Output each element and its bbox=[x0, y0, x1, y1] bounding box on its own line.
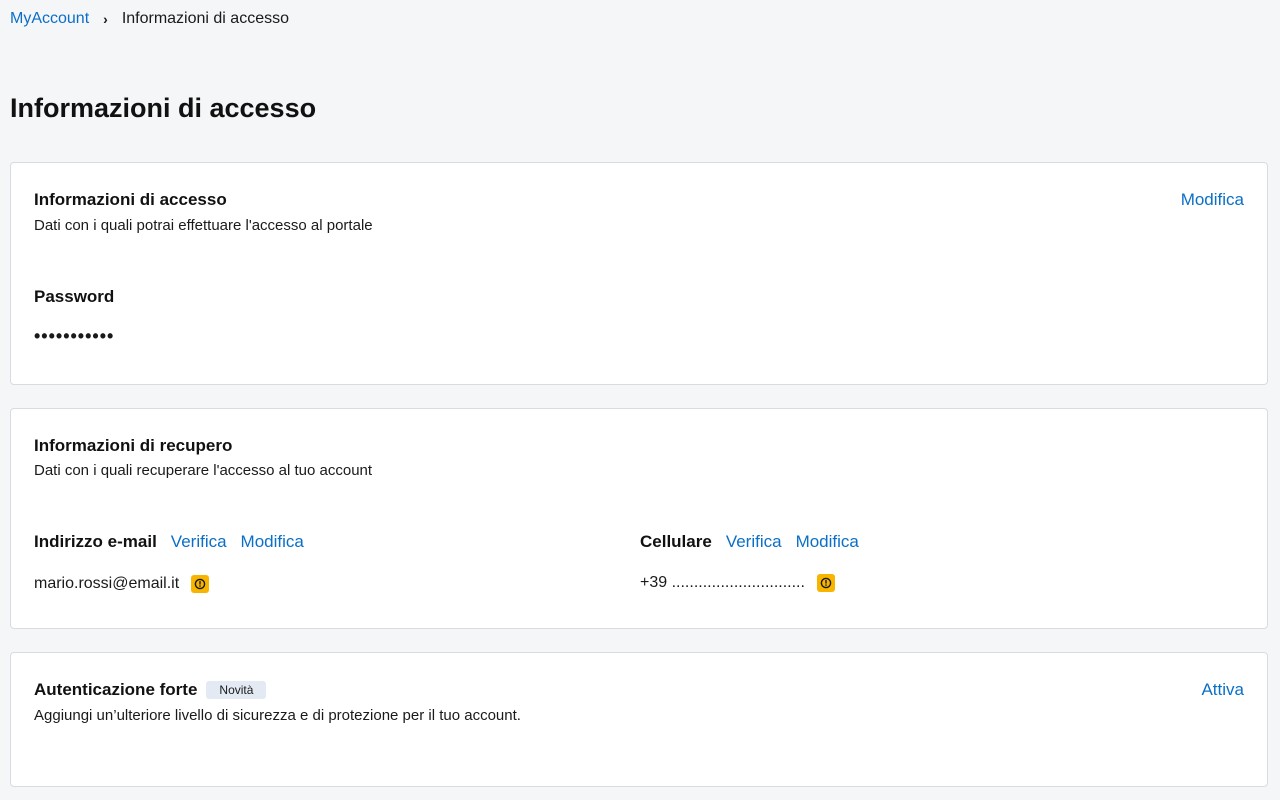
access-card-title: Informazioni di accesso bbox=[34, 190, 227, 209]
email-edit-link[interactable]: Modifica bbox=[241, 531, 304, 553]
recovery-info-card: Informazioni di recupero Dati con i qual… bbox=[10, 408, 1268, 629]
phone-field-header: Cellulare Verifica Modifica bbox=[640, 531, 859, 553]
strong-auth-subtitle: Aggiungi un’ulteriore livello di sicurez… bbox=[34, 707, 521, 724]
email-value-row: mario.rossi@email.it bbox=[34, 573, 210, 595]
breadcrumb-current: Informazioni di accesso bbox=[121, 10, 289, 27]
phone-verify-link[interactable]: Verifica bbox=[726, 531, 782, 553]
phone-label: Cellulare bbox=[640, 532, 712, 551]
recovery-card-subtitle: Dati con i quali recuperare l'accesso al… bbox=[34, 462, 373, 479]
email-warning-icon[interactable] bbox=[191, 575, 210, 593]
strong-auth-title: Autenticazione forte bbox=[34, 680, 198, 699]
recovery-card-title: Informazioni di recupero bbox=[34, 436, 233, 455]
page-title: Informazioni di accesso bbox=[10, 93, 317, 123]
password-label: Password bbox=[34, 287, 115, 306]
phone-value: +39 .............................. bbox=[640, 574, 805, 591]
password-value: ••••••••••• bbox=[34, 326, 115, 346]
email-value: mario.rossi@email.it bbox=[34, 575, 180, 592]
breadcrumb-separator-icon: › bbox=[103, 11, 108, 27]
phone-warning-icon[interactable] bbox=[816, 574, 835, 592]
access-info-card: Informazioni di accesso Dati con i quali… bbox=[10, 162, 1268, 385]
strong-auth-title-row: Autenticazione forte Novità bbox=[34, 679, 267, 701]
email-label: Indirizzo e-mail bbox=[34, 532, 157, 551]
strong-auth-card: Autenticazione forte Novità Aggiungi un’… bbox=[10, 652, 1268, 787]
new-badge: Novità bbox=[206, 681, 267, 699]
phone-value-row: +39 .............................. bbox=[640, 572, 835, 594]
email-field-header: Indirizzo e-mail Verifica Modifica bbox=[34, 531, 304, 553]
strong-auth-activate-link[interactable]: Attiva bbox=[1201, 679, 1244, 701]
page: MyAccount › Informazioni di accesso Info… bbox=[0, 0, 1280, 800]
breadcrumb: MyAccount › Informazioni di accesso bbox=[10, 9, 289, 29]
access-card-subtitle: Dati con i quali potrai effettuare l'acc… bbox=[34, 217, 373, 234]
access-edit-link[interactable]: Modifica bbox=[1181, 189, 1244, 211]
phone-edit-link[interactable]: Modifica bbox=[796, 531, 859, 553]
breadcrumb-link-myaccount[interactable]: MyAccount bbox=[10, 9, 89, 29]
email-verify-link[interactable]: Verifica bbox=[171, 531, 227, 553]
